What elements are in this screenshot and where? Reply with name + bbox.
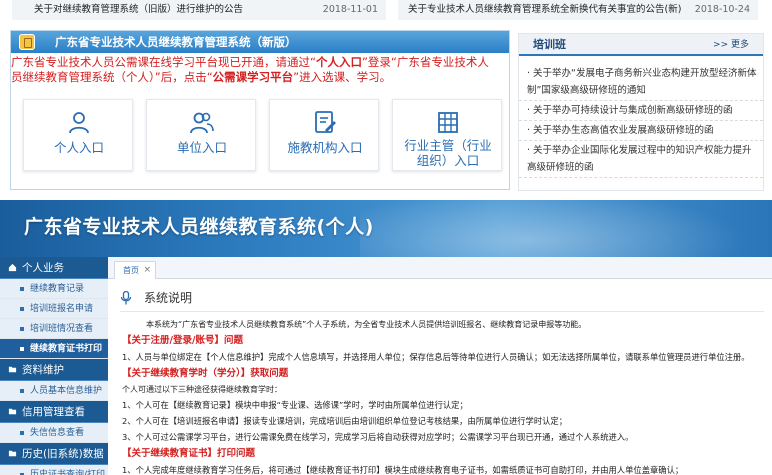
tab-home[interactable]: 首页 × <box>114 261 156 279</box>
sidebar-item-dishonesty-info[interactable]: 失信信息查看 <box>0 423 108 443</box>
folder-icon <box>8 408 17 415</box>
personal-entry-highlight: 个人入口 <box>315 55 362 69</box>
notice-text-part: ”登录“广东省专业技术人 <box>361 55 489 69</box>
training-list: · 关于举办“发展电子商务新兴业态构建开放型经济新体制”国家级高级研修班的通知 … <box>519 64 763 178</box>
page-root: 关于对继续教育管理系统（旧版）进行维护的公告 2018-11-01 关于专业技术… <box>0 0 772 475</box>
system-logo-icon <box>19 34 35 50</box>
notice-date: 2018-10-24 <box>694 4 750 15</box>
notice-text-part: 员继续教育管理系统（个人）”后，点击“ <box>11 70 213 84</box>
notice-date: 2018-11-01 <box>322 4 378 15</box>
building-icon <box>438 112 458 133</box>
faq-list-item: 2、个人可在【培训班报名申请】报读专业课培训，完成培训后由培训组织单位登记考核结… <box>122 416 568 426</box>
intro-text: 本系统为“广东省专业技术人员继续教育系统”个人子系统，为全省专业技术人员提供培训… <box>146 320 587 329</box>
edit-document-icon <box>315 111 336 133</box>
faq-text: 1、人员与单位绑定在【个人信息维护】完成个人信息填写，并选择用人单位；保存信息后… <box>122 352 750 362</box>
folder-icon <box>8 450 17 457</box>
unit-entry-button[interactable]: 单位入口 <box>146 99 256 171</box>
sidebar-item-education-record[interactable]: 继续教育记录 <box>0 279 108 299</box>
panel-title: 广东省专业技术人员继续教育管理系统（新版） <box>55 35 297 49</box>
sidebar-nav: 个人业务 继续教育记录 培训班报名申请 培训班情况查看 继续教育证书打印 资料维… <box>0 257 108 475</box>
training-list-item[interactable]: · 关于举办可持续设计与集成创新高级研修班的函 <box>519 101 763 121</box>
group-icon <box>190 112 214 134</box>
sidebar-item-class-status[interactable]: 培训班情况查看 <box>0 319 108 339</box>
faq-list-item: 1、个人可在【继续教育记录】模块中申报“专业课、选修课”学时，学时由所属单位进行… <box>122 400 468 410</box>
section-divider <box>120 311 764 312</box>
authority-entry-button[interactable]: 行业主管（行业 组织）入口 <box>392 99 502 171</box>
training-list-item[interactable]: · 关于举办生态高值农业发展高级研修班的函 <box>519 121 763 141</box>
sidebar-group-label: 个人业务 <box>22 262 64 274</box>
system-banner: 广东省专业技术人员继续教育系统(个人) <box>0 200 772 257</box>
entry-label-line: 组织）入口 <box>416 153 480 168</box>
faq-text: 1、个人完成年度继续教育学习任务后，将可通过【继续教育证书打印】模块生成继续教育… <box>122 465 684 475</box>
notice-text: 关于对继续教育管理系统（旧版）进行维护的公告 <box>34 4 244 15</box>
folder-icon <box>8 366 17 373</box>
sidebar-item-personal-info[interactable]: 人员基本信息维护 <box>0 381 108 401</box>
system-description: 本系统为“广东省专业技术人员继续教育系统”个人子系统，为全省专业技术人员提供培训… <box>122 317 772 475</box>
more-link[interactable]: >> 更多 <box>713 34 749 56</box>
faq-heading-certificate: 【关于继续教育证书】打印问题 <box>122 448 256 459</box>
panel-header: 广东省专业技术人员继续教育管理系统（新版） <box>11 31 509 53</box>
training-list-item[interactable]: · 关于举办“发展电子商务新兴业态构建开放型经济新体制”国家级高级研修班的通知 <box>519 64 763 101</box>
notice-line-1: 广东省专业技术人员公需课在线学习平台现已开通，请通过“个人入口”登录“广东省专业… <box>11 55 509 70</box>
entry-label-line: 行业主管（行业 <box>404 138 492 153</box>
notice-bar: 关于对继续教育管理系统（旧版）进行维护的公告 2018-11-01 关于专业技术… <box>0 0 772 24</box>
institution-entry-button[interactable]: 施教机构入口 <box>269 99 379 171</box>
tab-label: 首页 <box>123 266 139 275</box>
sidebar-group-personal-business[interactable]: 个人业务 <box>0 257 108 279</box>
sidebar-group-label: 历史(旧系统)数据 <box>22 448 104 460</box>
sidebar-item-class-application[interactable]: 培训班报名申请 <box>0 299 108 319</box>
notice-text-part: 广东省专业技术人员公需课在线学习平台现已开通，请通过“ <box>11 55 316 69</box>
platform-highlight: 公需课学习平台 <box>212 70 294 84</box>
system-entry-panel: 广东省专业技术人员继续教育管理系统（新版） 广东省专业技术人员公需课在线学习平台… <box>10 30 510 190</box>
sidebar-group-label: 信用管理查看 <box>22 406 85 418</box>
section-title: 系统说明 <box>144 291 193 305</box>
tab-bar: 首页 × <box>108 257 772 279</box>
personal-entry-button[interactable]: 个人入口 <box>23 99 133 171</box>
faq-list-item: 3、个人可过公需课学习平台，进行公需课免费在线学习，完成学习后将自动获得对应学时… <box>122 432 634 442</box>
training-panel-title: 培训班 <box>533 38 566 51</box>
sidebar-item-history-certificate[interactable]: 历史证书查询/打印 <box>0 465 108 475</box>
home-icon <box>8 263 17 272</box>
training-class-panel: 培训班 >> 更多 · 关于举办“发展电子商务新兴业态构建开放型经济新体制”国家… <box>518 33 764 191</box>
notice-line-2: 员继续教育管理系统（个人）”后，点击“公需课学习平台”进入选课、学习。 <box>11 70 509 85</box>
entry-label: 单位入口 <box>176 140 227 155</box>
faq-heading-login: 【关于注册/登录/账号】问题 <box>122 335 243 346</box>
sidebar-group-profile[interactable]: 资料维护 <box>0 359 108 381</box>
close-icon[interactable]: × <box>143 262 151 279</box>
training-list-item[interactable]: · 关于举办企业国际化发展过程中的知识产权能力提升高级研修班的函 <box>519 141 763 178</box>
entry-label: 施教机构入口 <box>287 140 363 155</box>
faq-text: 个人可通过以下三种途径获得继续教育学时： <box>122 385 282 394</box>
entry-buttons: 个人入口 单位入口 施教机构入口 行业主管（行业 组织）入口 <box>23 99 503 177</box>
main-content: 首页 × 系统说明 本系统为“广东省专业技术人员继续教育系统”个人子系统，为全省… <box>108 257 772 475</box>
sidebar-group-history[interactable]: 历史(旧系统)数据 <box>0 443 108 465</box>
banner-title: 广东省专业技术人员继续教育系统(个人) <box>24 216 374 238</box>
sidebar-group-label: 资料维护 <box>22 364 64 376</box>
sidebar-item-certificate-print[interactable]: 继续教育证书打印 <box>0 339 108 359</box>
notice-item[interactable]: 关于专业技术人员继续教育管理系统全新换代有关事宜的公告(新) 2018-10-2… <box>398 0 758 20</box>
notice-item[interactable]: 关于对继续教育管理系统（旧版）进行维护的公告 2018-11-01 <box>12 0 386 20</box>
person-icon <box>69 112 89 134</box>
learning-platform-notice: 广东省专业技术人员公需课在线学习平台现已开通，请通过“个人入口”登录“广东省专业… <box>11 55 509 85</box>
notice-text-part: ”进入选课、学习。 <box>293 70 392 84</box>
entry-label: 行业主管（行业 组织）入口 <box>393 138 503 168</box>
notice-text: 关于专业技术人员继续教育管理系统全新换代有关事宜的公告(新) <box>408 4 682 15</box>
faq-heading-hours: 【关于继续教育学时（学分）】获取问题 <box>122 368 289 379</box>
sidebar-group-credit[interactable]: 信用管理查看 <box>0 401 108 423</box>
training-panel-header: 培训班 >> 更多 <box>519 34 763 56</box>
microphone-icon <box>120 291 132 305</box>
entry-label: 个人入口 <box>53 140 104 155</box>
